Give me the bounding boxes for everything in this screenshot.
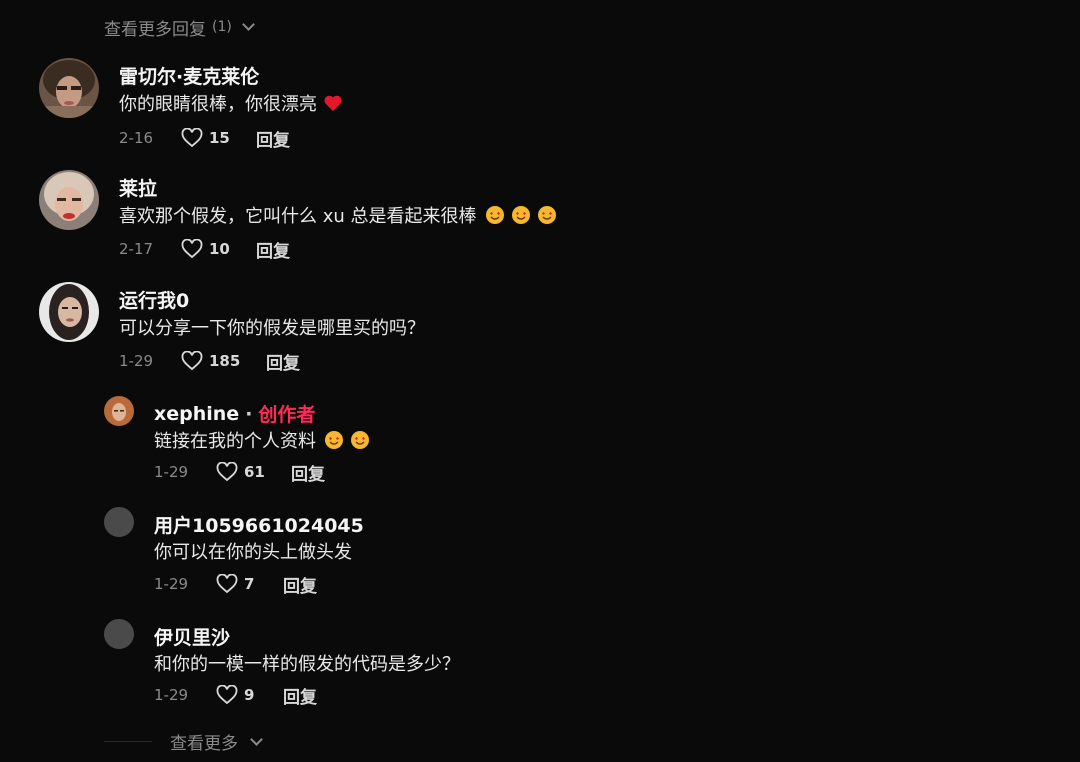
separator-dot: · — [245, 402, 253, 425]
comment-text-content: 你的眼睛很棒，你很漂亮 — [119, 94, 317, 115]
reply-text: 你可以在你的头上做头发 — [154, 538, 352, 564]
comment-text: 可以分享一下你的假发是哪里买的吗？ — [119, 314, 425, 340]
reply-username[interactable]: 伊贝里沙 — [154, 623, 230, 650]
like-button[interactable]: 185 — [181, 351, 266, 371]
heart-outline-icon — [216, 462, 238, 482]
view-more-label: 查看更多回复 — [104, 19, 206, 40]
reply-button[interactable]: 回复 — [283, 683, 317, 708]
like-count: 10 — [209, 240, 230, 258]
avatar[interactable] — [104, 507, 134, 537]
heart-eyes-face-icon — [485, 206, 504, 224]
like-count: 7 — [244, 575, 255, 593]
avatar[interactable] — [104, 396, 134, 426]
comment-username[interactable]: 莱拉 — [119, 174, 157, 201]
reply-date: 1-29 — [154, 463, 189, 481]
comment-text: 喜欢那个假发，它叫什么 xu 总是看起来很棒 — [119, 202, 557, 228]
avatar[interactable] — [104, 619, 134, 649]
reply-text: 和你的一模一样的假发的代码是多少？ — [154, 650, 460, 676]
like-button[interactable]: 10 — [181, 239, 256, 259]
comment-username[interactable]: 运行我0 — [119, 286, 189, 313]
reply-button[interactable]: 回复 — [291, 460, 325, 485]
like-count: 9 — [244, 686, 255, 704]
reply-date: 1-29 — [154, 686, 189, 704]
reply-meta: 1-29 9 回复 — [154, 683, 317, 708]
like-count: 61 — [244, 463, 265, 481]
heart-outline-icon — [181, 239, 203, 259]
reply-text: 链接在我的个人资料 — [154, 427, 370, 453]
comment-text-content: 喜欢那个假发，它叫什么 xu 总是看起来很棒 — [119, 206, 477, 227]
reply-button[interactable]: 回复 — [266, 349, 300, 374]
heart-outline-icon — [216, 685, 238, 705]
reply-meta: 1-29 61 回复 — [154, 460, 325, 485]
comment-meta: 1-29 185 回复 — [119, 349, 300, 374]
reply-date: 1-29 — [154, 575, 189, 593]
creator-badge: 创作者 — [258, 404, 316, 426]
like-button[interactable]: 15 — [181, 128, 256, 148]
reply-text-content: 链接在我的个人资料 — [154, 431, 316, 452]
avatar[interactable] — [39, 282, 99, 342]
chevron-down-icon — [241, 18, 255, 31]
heart-outline-icon — [181, 128, 203, 148]
view-more-button[interactable]: 查看更多 — [104, 729, 263, 754]
heart-eyes-face-icon — [325, 431, 343, 449]
like-button[interactable]: 7 — [216, 574, 283, 594]
like-count: 185 — [209, 352, 241, 370]
reply-button[interactable]: 回复 — [283, 572, 317, 597]
reply-username[interactable]: xephine — [154, 403, 239, 425]
red-heart-icon — [324, 95, 342, 111]
comment-username[interactable]: 雷切尔·麦克莱伦 — [119, 62, 259, 89]
reply-username[interactable]: 用户1059661024045 — [154, 511, 364, 538]
reply-username-row: xephine · 创作者 — [154, 400, 315, 427]
view-more-label: 查看更多 — [170, 734, 238, 754]
reply-button[interactable]: 回复 — [256, 237, 290, 262]
view-more-count: (1) — [212, 19, 232, 35]
divider-line — [104, 741, 152, 742]
comment-date: 2-17 — [119, 240, 154, 258]
avatar[interactable] — [39, 58, 99, 118]
like-button[interactable]: 9 — [216, 685, 283, 705]
like-button[interactable]: 61 — [216, 462, 291, 482]
chevron-down-icon — [250, 732, 263, 746]
heart-eyes-face-icon — [511, 206, 530, 224]
heart-outline-icon — [216, 574, 238, 594]
like-count: 15 — [209, 129, 230, 147]
heart-outline-icon — [181, 351, 203, 371]
comment-date: 2-16 — [119, 129, 154, 147]
comment-text: 你的眼睛很棒，你很漂亮 — [119, 90, 343, 116]
heart-eyes-face-icon — [351, 431, 369, 449]
comment-meta: 2-16 15 回复 — [119, 126, 290, 151]
heart-eyes-face-icon — [537, 206, 556, 224]
reply-meta: 1-29 7 回复 — [154, 572, 317, 597]
comment-meta: 2-17 10 回复 — [119, 237, 290, 262]
reply-text-content: 你可以在你的头上做头发 — [154, 542, 352, 563]
view-more-replies-button[interactable]: 查看更多回复 (1) — [104, 14, 255, 40]
reply-text-content: 和你的一模一样的假发的代码是多少？ — [154, 654, 460, 675]
avatar[interactable] — [39, 170, 99, 230]
reply-button[interactable]: 回复 — [256, 126, 290, 151]
comment-date: 1-29 — [119, 352, 154, 370]
comment-text-content: 可以分享一下你的假发是哪里买的吗？ — [119, 318, 425, 339]
